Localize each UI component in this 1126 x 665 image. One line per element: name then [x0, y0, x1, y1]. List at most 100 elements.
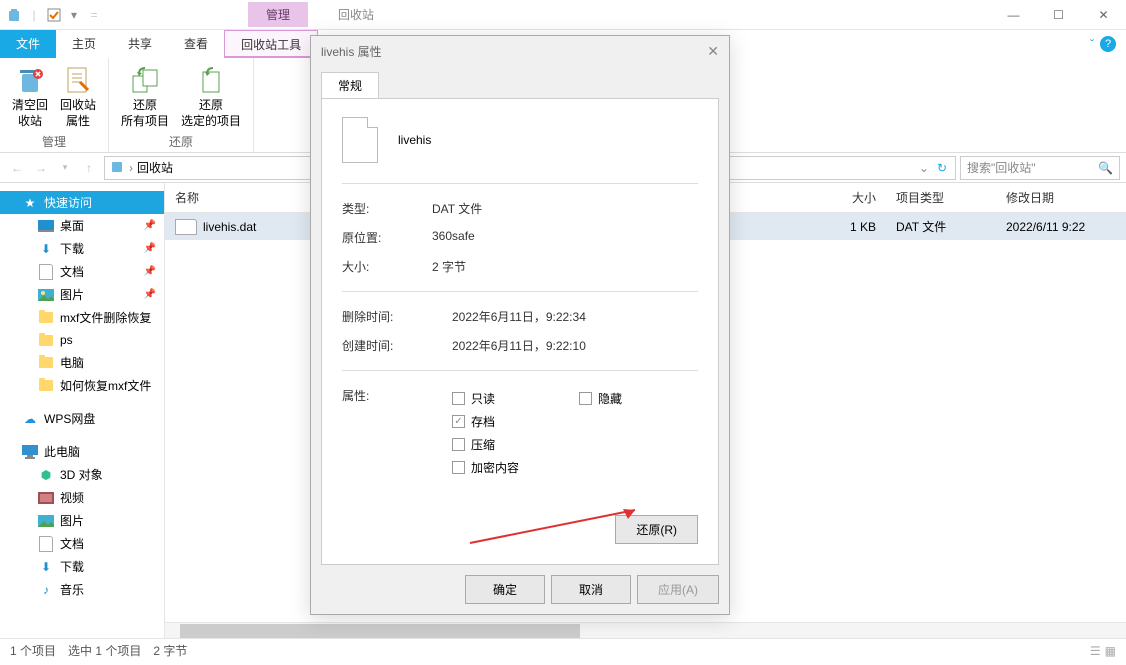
file-date: 2022/6/11 9:22: [996, 215, 1126, 239]
folder-icon: [38, 378, 54, 394]
file-type: DAT 文件: [886, 213, 996, 240]
folder-icon: [38, 332, 54, 348]
sidebar-item-folder[interactable]: 如何恢复mxf文件: [0, 374, 164, 397]
cube-icon: ⬢: [38, 467, 54, 483]
status-bytes: 2 字节: [153, 642, 187, 659]
recycle-bin-icon[interactable]: [6, 7, 22, 23]
label-deleted: 删除时间:: [342, 308, 452, 325]
column-type[interactable]: 项目类型: [886, 183, 996, 212]
apply-button[interactable]: 应用(A): [637, 575, 719, 604]
sidebar-item-downloads[interactable]: ⬇下载: [0, 555, 164, 578]
star-icon: ★: [22, 195, 38, 211]
folder-icon: [38, 355, 54, 371]
search-placeholder: 搜索"回收站": [967, 159, 1036, 176]
label-location: 原位置:: [342, 229, 432, 246]
sidebar-item-3d[interactable]: ⬢3D 对象: [0, 463, 164, 486]
dialog-title-bar[interactable]: livehis 属性 ✕: [311, 36, 729, 66]
sidebar-item-videos[interactable]: 视频: [0, 486, 164, 509]
value-size: 2 字节: [432, 258, 466, 275]
sidebar-item-documents[interactable]: 文档📌: [0, 260, 164, 283]
tab-home[interactable]: 主页: [56, 30, 112, 58]
column-date[interactable]: 修改日期: [996, 183, 1126, 212]
empty-recycle-bin-button[interactable]: 清空回 收站: [8, 62, 52, 131]
tab-file[interactable]: 文件: [0, 30, 56, 58]
view-details-icon[interactable]: ☰: [1090, 644, 1101, 658]
sidebar-item-pictures[interactable]: 图片📌: [0, 283, 164, 306]
up-button[interactable]: ↑: [78, 157, 100, 179]
restore-selected-button[interactable]: 还原 选定的项目: [177, 62, 245, 131]
wps-icon: ☁: [22, 411, 38, 427]
value-deleted: 2022年6月11日，9:22:34: [452, 308, 586, 325]
menu-icon[interactable]: ▾: [66, 7, 82, 23]
view-icons-icon[interactable]: ▦: [1105, 644, 1116, 658]
label-attributes: 属性:: [342, 387, 452, 404]
search-icon[interactable]: 🔍: [1098, 161, 1113, 175]
music-icon: ♪: [38, 582, 54, 598]
sidebar-item-folder[interactable]: 电脑: [0, 351, 164, 374]
checkbox-compress[interactable]: 压缩: [452, 433, 519, 456]
maximize-button[interactable]: ☐: [1036, 1, 1081, 29]
sidebar-item-pictures[interactable]: 图片: [0, 509, 164, 532]
ok-button[interactable]: 确定: [465, 575, 545, 604]
horizontal-scrollbar[interactable]: [165, 622, 1126, 638]
pc-icon: [22, 444, 38, 460]
recycle-bin-icon: [109, 158, 125, 177]
back-button[interactable]: ←: [6, 157, 28, 179]
download-icon: ⬇: [38, 241, 54, 257]
dropdown-icon[interactable]: ⌄: [919, 161, 929, 175]
pin-icon: 📌: [144, 220, 156, 231]
history-dropdown[interactable]: ▾: [54, 157, 76, 179]
refresh-icon[interactable]: ↻: [933, 161, 951, 175]
sidebar-item-folder[interactable]: mxf文件删除恢复: [0, 306, 164, 329]
breadcrumb-location[interactable]: 回收站: [137, 159, 173, 176]
file-size: 1 KB: [806, 215, 886, 239]
checkbox-encrypt[interactable]: 加密内容: [452, 456, 519, 479]
value-type: DAT 文件: [432, 200, 482, 217]
recycle-bin-properties-button[interactable]: 回收站 属性: [56, 62, 100, 131]
document-icon: [38, 264, 54, 280]
context-tab: 管理: [248, 2, 308, 27]
cancel-button[interactable]: 取消: [551, 575, 631, 604]
file-icon: [175, 219, 197, 235]
sidebar-item-downloads[interactable]: ⬇下载📌: [0, 237, 164, 260]
sidebar-item-folder[interactable]: ps: [0, 329, 164, 351]
picture-icon: [38, 513, 54, 529]
ribbon-group-manage: 清空回 收站 回收站 属性 管理: [0, 58, 109, 152]
tab-share[interactable]: 共享: [112, 30, 168, 58]
close-icon[interactable]: ✕: [707, 43, 719, 60]
title-bar: | ▾ = 管理 回收站 — ☐ ✕: [0, 0, 1126, 30]
minimize-button[interactable]: —: [991, 1, 1036, 29]
column-size[interactable]: 大小: [806, 183, 886, 212]
checkbox-archive[interactable]: ✓存档: [452, 410, 519, 433]
sidebar-item-documents[interactable]: 文档: [0, 532, 164, 555]
checkbox-icon[interactable]: [46, 7, 62, 23]
sidebar-item-quick-access[interactable]: ★快速访问: [0, 191, 164, 214]
sidebar-item-music[interactable]: ♪音乐: [0, 578, 164, 601]
sidebar-item-desktop[interactable]: 桌面📌: [0, 214, 164, 237]
window-title: 回收站: [308, 6, 404, 23]
help-icon[interactable]: ?: [1100, 36, 1116, 52]
separator-icon: =: [86, 7, 102, 23]
collapse-ribbon-icon[interactable]: ˇ: [1090, 37, 1094, 51]
file-name: livehis.dat: [203, 220, 256, 234]
restore-button[interactable]: 还原(R): [615, 515, 698, 544]
restore-all-button[interactable]: 还原 所有项目: [117, 62, 173, 131]
chevron-right-icon[interactable]: ›: [129, 161, 133, 175]
sidebar-item-wps[interactable]: ☁WPS网盘: [0, 407, 164, 430]
pin-icon: 📌: [144, 243, 156, 254]
search-box[interactable]: 搜索"回收站" 🔍: [960, 156, 1120, 180]
tab-view[interactable]: 查看: [168, 30, 224, 58]
sidebar-item-this-pc[interactable]: 此电脑: [0, 440, 164, 463]
file-name: livehis: [398, 133, 431, 147]
document-icon: [38, 536, 54, 552]
tab-general[interactable]: 常规: [321, 72, 379, 98]
checkbox-readonly[interactable]: 只读: [452, 387, 519, 410]
tab-recycle-tools[interactable]: 回收站工具: [224, 30, 318, 58]
forward-button[interactable]: →: [30, 157, 52, 179]
pin-icon: 📌: [144, 266, 156, 277]
label-created: 创建时间:: [342, 337, 452, 354]
close-button[interactable]: ✕: [1081, 1, 1126, 29]
dialog-body: livehis 类型:DAT 文件 原位置:360safe 大小:2 字节 删除…: [321, 98, 719, 565]
folder-icon: [38, 310, 54, 326]
checkbox-hidden[interactable]: 隐藏: [579, 387, 622, 410]
